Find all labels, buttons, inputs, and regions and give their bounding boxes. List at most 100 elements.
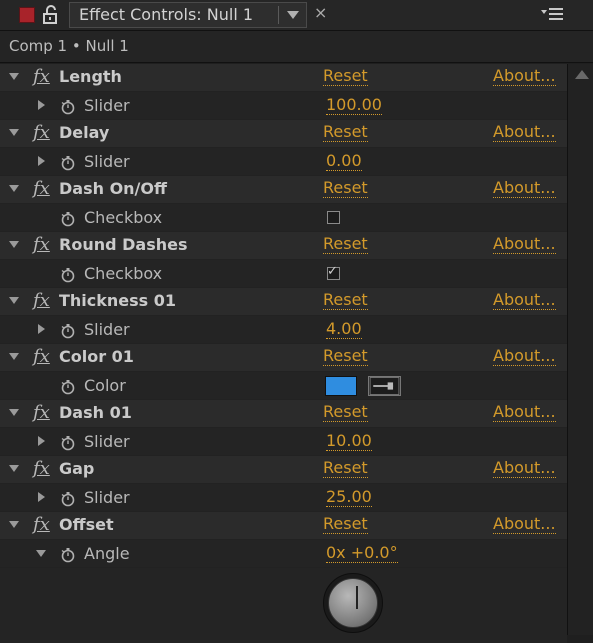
tab-effect-controls[interactable]: Effect Controls: Null 1 <box>69 2 307 28</box>
about-link[interactable]: About... <box>493 123 556 142</box>
property-name: Checkbox <box>84 208 163 227</box>
stopwatch-icon[interactable] <box>60 435 76 451</box>
effect-row-8: fx Offset Reset About... <box>0 512 567 540</box>
fx-icon: fx <box>33 458 50 479</box>
property-row-4: Slider 4.00 <box>0 316 567 344</box>
property-name: Slider <box>84 488 130 507</box>
property-value[interactable]: 0x +0.0° <box>326 544 398 563</box>
effect-name: Dash On/Off <box>59 179 167 198</box>
about-link[interactable]: About... <box>493 179 556 198</box>
reset-link[interactable]: Reset <box>323 235 368 254</box>
twirl-icon[interactable] <box>9 185 19 192</box>
checkbox[interactable]: ✓ <box>327 264 340 280</box>
effect-list: fx Length Reset About... Slider 100.00 fx Delay… <box>0 64 567 643</box>
property-row-2: Checkbox <box>0 204 567 232</box>
twirl-icon[interactable] <box>9 73 19 80</box>
about-link[interactable]: About... <box>493 291 556 310</box>
breadcrumb: Comp 1 • Null 1 <box>0 31 593 63</box>
property-row-3: Checkbox ✓ <box>0 260 567 288</box>
close-tab-icon[interactable]: × <box>314 3 327 22</box>
property-value[interactable]: 0.00 <box>326 152 362 171</box>
reset-link[interactable]: Reset <box>323 403 368 422</box>
reset-link[interactable]: Reset <box>323 123 368 142</box>
scroll-up-icon[interactable] <box>575 70 589 79</box>
scrollbar[interactable] <box>567 64 593 635</box>
about-link[interactable]: About... <box>493 235 556 254</box>
effect-row-6: fx Dash 01 Reset About... <box>0 400 567 428</box>
tab-title: Effect Controls: Null 1 <box>79 5 254 24</box>
dropdown-icon[interactable] <box>286 9 300 21</box>
twirl-icon[interactable] <box>38 156 45 166</box>
reset-link[interactable]: Reset <box>323 179 368 198</box>
about-link[interactable]: About... <box>493 403 556 422</box>
effect-name: Dash 01 <box>59 403 132 422</box>
reset-link[interactable]: Reset <box>323 459 368 478</box>
effect-name: Thickness 01 <box>59 291 177 310</box>
twirl-icon[interactable] <box>9 241 19 248</box>
angle-dial-needle <box>356 586 358 609</box>
effect-name: Length <box>59 67 122 86</box>
twirl-icon[interactable] <box>38 436 45 446</box>
effect-row-4: fx Thickness 01 Reset About... <box>0 288 567 316</box>
property-name: Slider <box>84 152 130 171</box>
checkmark-icon: ✓ <box>327 264 338 279</box>
panel-tab-bar: Effect Controls: Null 1 × <box>0 0 593 31</box>
twirl-icon[interactable] <box>38 100 45 110</box>
about-link[interactable]: About... <box>493 515 556 534</box>
angle-dial-icon[interactable] <box>323 573 383 633</box>
property-name: Slider <box>84 320 130 339</box>
stopwatch-icon[interactable] <box>60 99 76 115</box>
property-row-6: Slider 10.00 <box>0 428 567 456</box>
angle-dial-knob[interactable] <box>328 578 378 628</box>
effect-row-1: fx Delay Reset About... <box>0 120 567 148</box>
stopwatch-icon[interactable] <box>60 547 76 563</box>
close-square-icon[interactable] <box>19 7 35 23</box>
property-value[interactable]: 4.00 <box>326 320 362 339</box>
property-value[interactable]: 25.00 <box>326 488 372 507</box>
about-link[interactable]: About... <box>493 347 556 366</box>
property-name: Checkbox <box>84 264 163 283</box>
twirl-icon[interactable] <box>9 353 19 360</box>
twirl-icon[interactable] <box>9 465 19 472</box>
twirl-icon[interactable] <box>9 409 19 416</box>
stopwatch-icon[interactable] <box>60 491 76 507</box>
twirl-icon[interactable] <box>9 521 19 528</box>
reset-link[interactable]: Reset <box>323 67 368 86</box>
effect-row-0: fx Length Reset About... <box>0 64 567 92</box>
reset-link[interactable]: Reset <box>323 291 368 310</box>
lock-icon[interactable] <box>41 5 61 25</box>
fx-icon: fx <box>33 290 50 311</box>
panel-menu-icon[interactable] <box>541 6 563 22</box>
effect-name: Offset <box>59 515 114 534</box>
property-row-1: Slider 0.00 <box>0 148 567 176</box>
twirl-icon[interactable] <box>38 324 45 334</box>
fx-icon: fx <box>33 122 50 143</box>
property-name: Color <box>84 376 126 395</box>
twirl-icon[interactable] <box>9 297 19 304</box>
property-value[interactable]: 100.00 <box>326 96 382 115</box>
checkbox[interactable] <box>327 211 340 224</box>
twirl-icon[interactable] <box>38 492 45 502</box>
property-row-5: Color <box>0 372 567 400</box>
twirl-icon[interactable] <box>9 129 19 136</box>
effect-row-3: fx Round Dashes Reset About... <box>0 232 567 260</box>
effect-name: Color 01 <box>59 347 134 366</box>
twirl-icon[interactable] <box>36 550 46 557</box>
eyedropper-icon[interactable] <box>368 376 401 396</box>
stopwatch-icon[interactable] <box>60 323 76 339</box>
stopwatch-icon[interactable] <box>60 155 76 171</box>
fx-icon: fx <box>33 66 50 87</box>
property-value[interactable]: 10.00 <box>326 432 372 451</box>
effect-row-5: fx Color 01 Reset About... <box>0 344 567 372</box>
reset-link[interactable]: Reset <box>323 347 368 366</box>
tab-divider <box>278 6 279 24</box>
angle-dial-row <box>0 568 567 643</box>
effect-name: Delay <box>59 123 110 142</box>
color-swatch[interactable] <box>325 376 357 396</box>
reset-link[interactable]: Reset <box>323 515 368 534</box>
stopwatch-icon[interactable] <box>60 211 76 227</box>
about-link[interactable]: About... <box>493 459 556 478</box>
stopwatch-icon[interactable] <box>60 379 76 395</box>
about-link[interactable]: About... <box>493 67 556 86</box>
stopwatch-icon[interactable] <box>60 267 76 283</box>
